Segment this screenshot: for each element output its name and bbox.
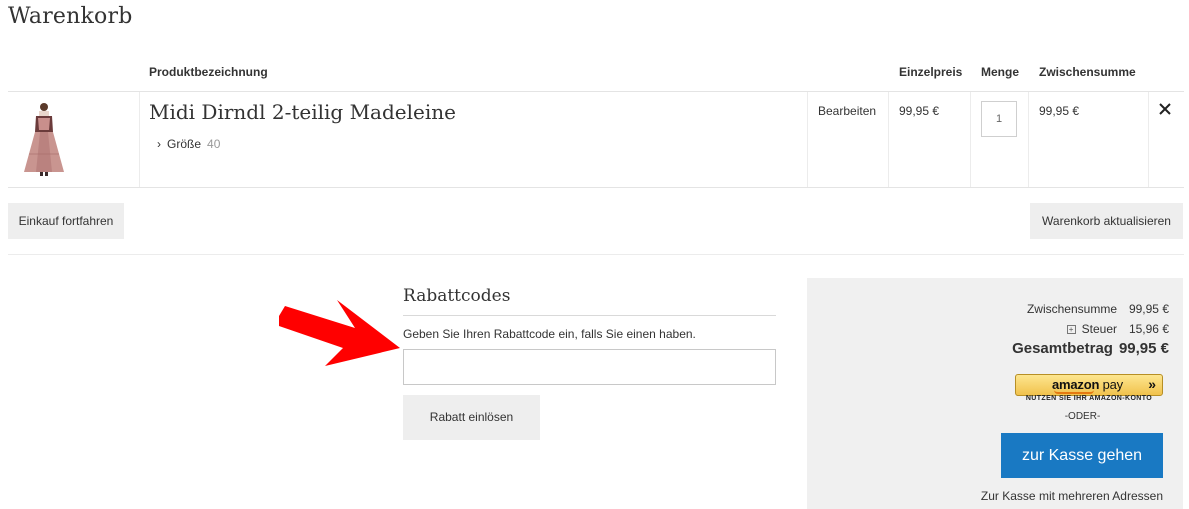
summary-subtotal-row: Zwischensumme 99,95 € [1027, 302, 1169, 316]
product-thumbnail[interactable] [20, 102, 68, 178]
table-row-divider [8, 187, 1184, 188]
or-separator: -ODER- [1064, 411, 1101, 422]
chevron-right-icon: › [157, 137, 161, 151]
section-divider [8, 254, 1184, 255]
column-header-price: Einzelpreis [899, 65, 963, 79]
discount-code-input[interactable] [403, 349, 776, 385]
column-header-subtotal: Zwischensumme [1039, 65, 1136, 79]
close-icon [1159, 103, 1171, 115]
apply-discount-button[interactable]: Rabatt einlösen [403, 395, 540, 440]
summary-total-value: 99,95 € [1118, 340, 1169, 357]
summary-tax-value: 15,96 € [1128, 322, 1169, 336]
summary-total-label: Gesamtbetrag [1012, 340, 1113, 357]
column-header-product: Produktbezeichnung [149, 65, 268, 79]
item-price: 99,95 € [899, 104, 940, 118]
multi-address-checkout-link[interactable]: Zur Kasse mit mehreren Adressen [981, 489, 1163, 503]
option-value: 40 [207, 137, 221, 151]
product-option-toggle[interactable]: › Größe 40 [157, 137, 220, 151]
discount-title: Rabattcodes [403, 286, 511, 306]
edit-item-link[interactable]: Bearbeiten [818, 104, 876, 118]
amazon-smile-icon [1054, 390, 1094, 394]
summary-total-row: Gesamtbetrag 99,95 € [1012, 340, 1169, 357]
remove-item-button[interactable] [1157, 101, 1173, 119]
amazon-pay-button[interactable]: amazon pay » [1015, 374, 1163, 396]
continue-shopping-button[interactable]: Einkauf fortfahren [8, 203, 124, 239]
summary-subtotal-label: Zwischensumme [1026, 302, 1117, 316]
page-title: Warenkorb [8, 4, 133, 29]
quantity-input[interactable] [981, 101, 1017, 137]
arrow-icon [279, 300, 400, 366]
summary-tax-label: Steuer [1081, 322, 1117, 336]
option-label: Größe [167, 137, 202, 151]
item-subtotal: 99,95 € [1039, 104, 1080, 118]
discount-hint: Geben Sie Ihren Rabattcode ein, falls Si… [403, 327, 696, 341]
summary-subtotal-value: 99,95 € [1128, 302, 1169, 316]
double-chevron-right-icon: » [1148, 376, 1156, 392]
expand-plus-icon: + [1066, 325, 1076, 335]
discount-divider [403, 315, 776, 316]
update-cart-button[interactable]: Warenkorb aktualisieren [1030, 203, 1183, 239]
checkout-button[interactable]: zur Kasse gehen [1001, 433, 1163, 478]
amazon-pay-caption: NUTZEN SIE IHR AMAZON-KONTO [1025, 395, 1153, 402]
column-header-qty: Menge [981, 65, 1020, 79]
summary-tax-row[interactable]: + Steuer 15,96 € [1066, 322, 1169, 336]
table-header-divider [8, 91, 1184, 92]
product-name-link[interactable]: Midi Dirndl 2-teilig Madeleine [149, 100, 456, 124]
